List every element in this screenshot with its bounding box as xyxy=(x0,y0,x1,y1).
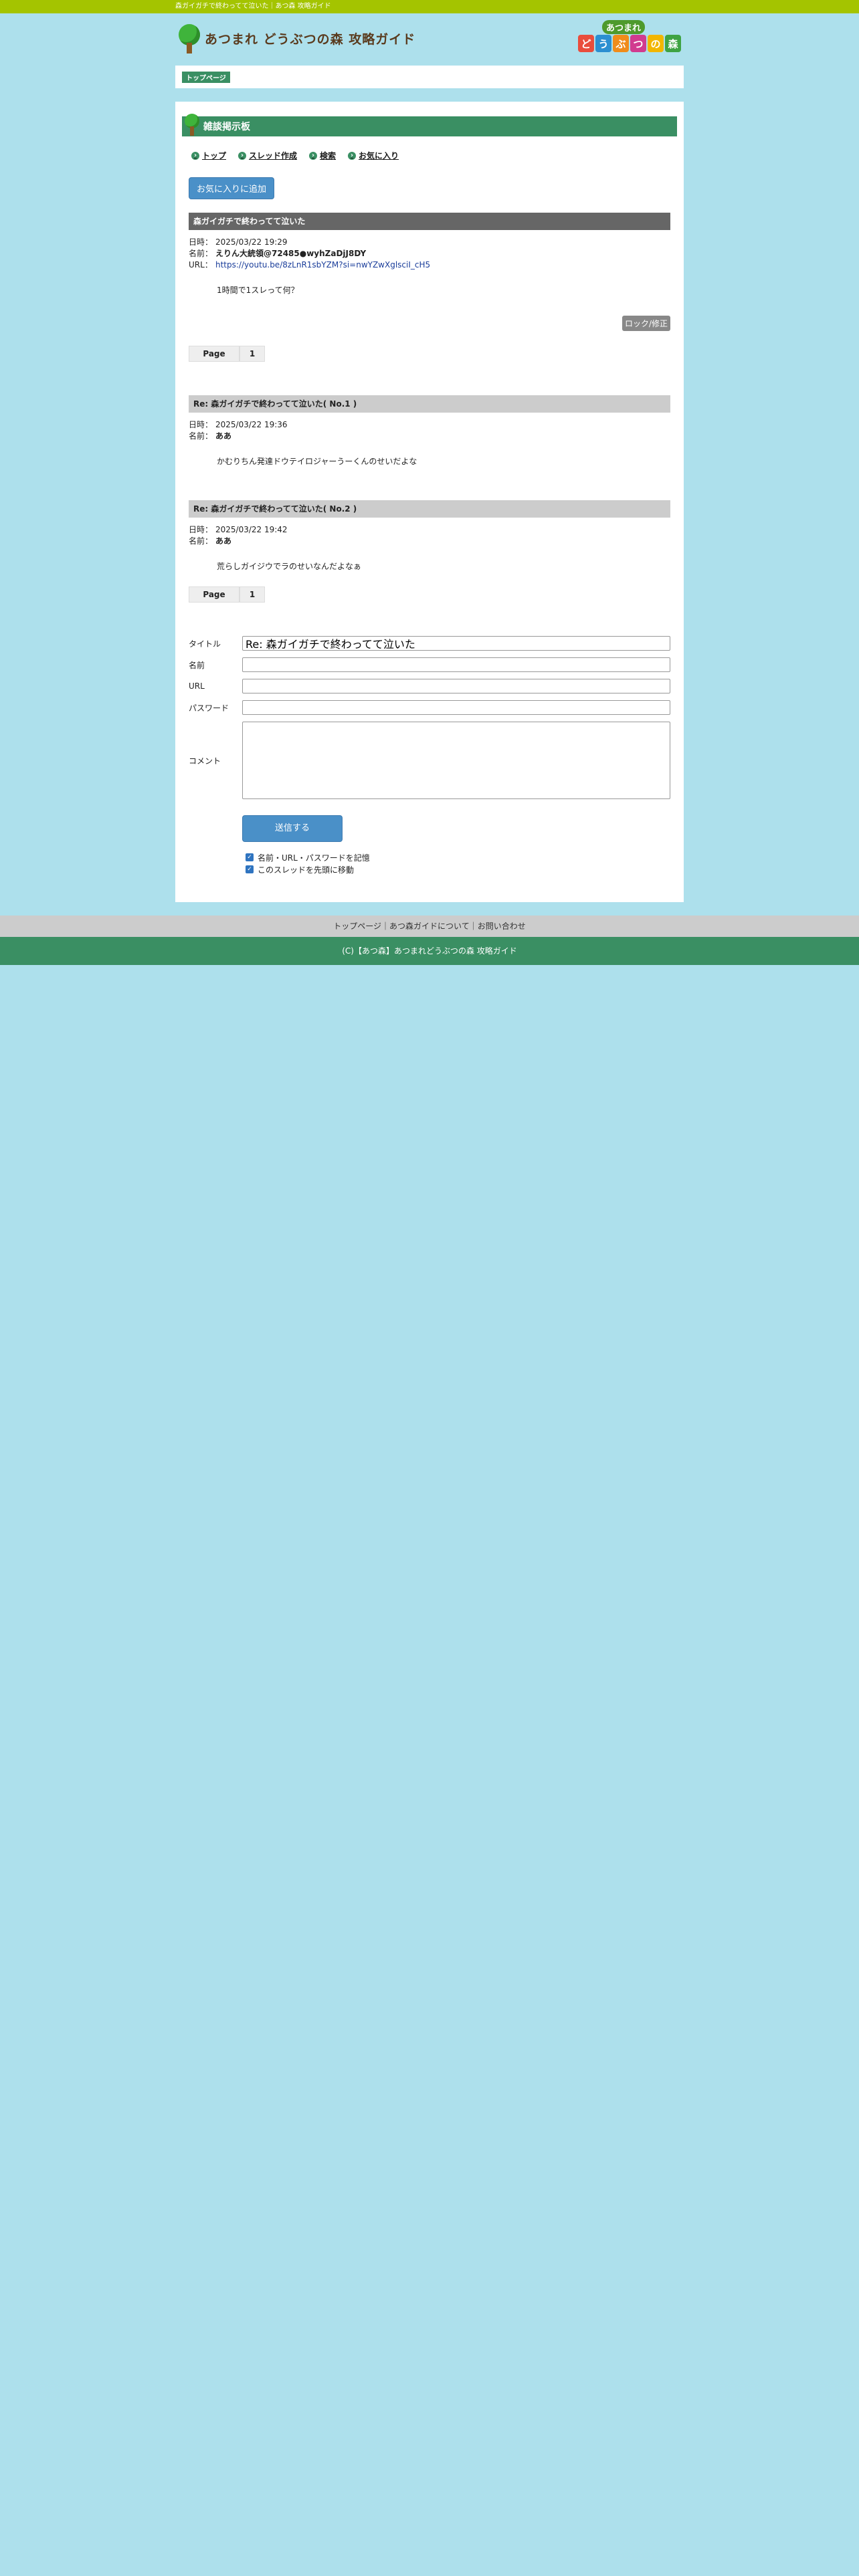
nav-create-thread-link[interactable]: › スレッド作成 xyxy=(238,150,297,161)
footer-copyright: (C)【あつ森】あつまれどうぶつの森 攻略ガイド xyxy=(0,937,859,965)
thread-title: 森ガイガチで終わってて泣いた xyxy=(189,213,670,230)
comment-textarea[interactable] xyxy=(242,722,670,799)
board-title-bar: 雑談掲示板 xyxy=(182,114,677,136)
form-options: ✓ 名前・URL・パスワードを記憶 ✓ このスレッドを先頭に移動 xyxy=(246,851,670,875)
breadcrumb-home-link[interactable]: トップページ xyxy=(182,71,230,83)
title-input[interactable] xyxy=(242,636,670,651)
arrow-circle-icon: › xyxy=(348,151,357,160)
pager-top: Page 1 xyxy=(189,346,684,362)
breadcrumb: トップページ xyxy=(175,66,684,88)
url-input[interactable] xyxy=(242,679,670,693)
pager-label: Page xyxy=(189,586,240,603)
logo-tile: 森 xyxy=(665,35,681,52)
main-content: 雑談掲示板 › トップ › スレッド作成 › 検索 › お気に入り お気に入りに追加 森… xyxy=(175,102,684,902)
password-label: パスワード xyxy=(189,703,229,713)
reply-author: ああ xyxy=(215,431,232,441)
move-to-top-checkbox[interactable]: ✓ このスレッドを先頭に移動 xyxy=(246,863,670,875)
reply-title: Re: 森ガイガチで終わってて泣いた( No.2 ) xyxy=(189,500,670,518)
remember-checkbox[interactable]: ✓ 名前・URL・パスワードを記憶 xyxy=(246,851,670,863)
pager-page-1[interactable]: 1 xyxy=(240,586,265,603)
arrow-circle-icon: › xyxy=(191,151,199,160)
tree-icon xyxy=(185,114,199,136)
site-logo[interactable]: あつまれ どうぶつの森 攻略ガイド xyxy=(178,23,415,53)
check-icon: ✓ xyxy=(246,865,254,873)
game-logo: あつまれ どうぶつの森 xyxy=(578,20,682,62)
reply-date: 2025/03/22 19:36 xyxy=(215,420,288,429)
name-label: 名前 xyxy=(189,660,205,670)
top-bar-text: 森ガイガチで終わってて泣いた｜あつ森 攻略ガイド xyxy=(175,3,331,10)
nav-top-link[interactable]: › トップ xyxy=(191,150,226,161)
reply-meta: 日時： 2025/03/22 19:36 名前： ああ xyxy=(189,420,288,441)
reply-form: タイトル 名前 URL パスワード コメント 送信する ✓名前・URL・パスワー… xyxy=(189,636,670,875)
logo-tile: ど xyxy=(578,35,594,52)
reply-author: ああ xyxy=(215,536,232,546)
board-nav: › トップ › スレッド作成 › 検索 › お気に入り xyxy=(191,150,684,161)
thread-url-link[interactable]: https://youtu.be/8zLnR1sbYZM?si=nwYZwXgl… xyxy=(215,260,430,270)
pager-page-1[interactable]: 1 xyxy=(240,346,265,362)
pager-label: Page xyxy=(189,346,240,362)
submit-button[interactable]: 送信する xyxy=(242,815,343,842)
pager-bottom: Page 1 xyxy=(189,586,684,603)
password-input[interactable] xyxy=(242,700,670,715)
nav-favorites-link[interactable]: › お気に入り xyxy=(348,150,399,161)
lock-edit-button[interactable]: ロック/修正 xyxy=(622,316,670,331)
thread-date: 2025/03/22 19:29 xyxy=(215,237,288,247)
board-title: 雑談掲示板 xyxy=(203,122,250,132)
top-bar: 森ガイガチで終わってて泣いた｜あつ森 攻略ガイド xyxy=(0,0,859,13)
thread-body: 1時間で1スレって何？ xyxy=(217,286,299,295)
tree-icon xyxy=(178,23,201,53)
add-favorite-button[interactable]: お気に入りに追加 xyxy=(189,177,275,199)
reply-body: 荒らしガイジウでラのせいなんだよなぁ xyxy=(217,562,362,571)
title-label: タイトル xyxy=(189,639,221,649)
thread-meta: 日時： 2025/03/22 19:29 名前： えりん大統領@72485●wyhZ… xyxy=(189,237,431,270)
nav-search-link[interactable]: › 検索 xyxy=(309,150,336,161)
reply-date: 2025/03/22 19:42 xyxy=(215,525,288,534)
footer-links[interactable]: トップページ｜あつ森ガイドについて｜お問い合わせ xyxy=(0,916,859,937)
logo-tile: の xyxy=(648,35,664,52)
site-logo-text: あつまれ どうぶつの森 攻略ガイド xyxy=(205,31,416,47)
comment-label: コメント xyxy=(189,756,221,766)
check-icon: ✓ xyxy=(246,853,254,861)
logo-tile: つ xyxy=(630,35,646,52)
url-label: URL xyxy=(189,681,205,691)
reply-meta: 日時： 2025/03/22 19:42 名前： ああ xyxy=(189,525,288,546)
name-input[interactable] xyxy=(242,657,670,672)
thread-author: えりん大統領@72485●wyhZaDjJ8DY xyxy=(215,249,367,258)
logo-tile: ぶ xyxy=(613,35,629,52)
site-header: あつまれ どうぶつの森 攻略ガイド あつまれ どうぶつの森 xyxy=(175,13,684,66)
reply-title: Re: 森ガイガチで終わってて泣いた( No.1 ) xyxy=(189,395,670,413)
logo-tile: う xyxy=(595,35,611,52)
reply-body: かむりちん発達ドウテイロジャーうーくんのせいだよな xyxy=(217,457,417,466)
arrow-circle-icon: › xyxy=(309,151,318,160)
arrow-circle-icon: › xyxy=(238,151,247,160)
